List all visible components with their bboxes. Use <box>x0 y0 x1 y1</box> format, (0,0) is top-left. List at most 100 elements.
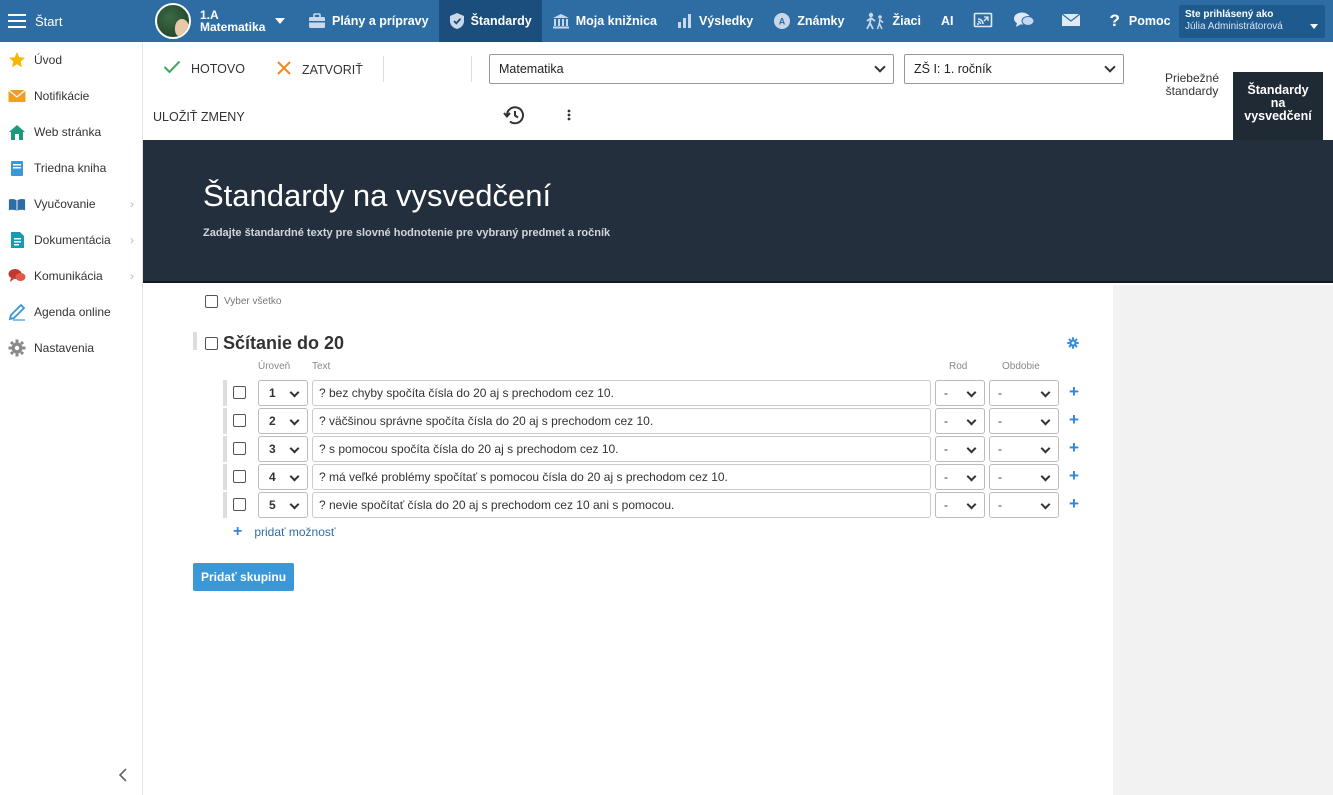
row-checkbox[interactable] <box>233 386 246 399</box>
checkmark-icon <box>163 60 181 77</box>
gender-value: - <box>944 386 948 400</box>
home-icon <box>8 123 26 141</box>
level-select[interactable]: 1 <box>258 380 308 406</box>
standard-row: 3 ? s pomocou spočíta čísla do 20 aj s p… <box>223 436 1093 462</box>
page-title: Štandardy na vysvedčení <box>203 178 552 213</box>
period-select[interactable]: - <box>989 380 1059 406</box>
select-all-label: Vyber všetko <box>224 296 282 307</box>
chevron-down-icon <box>289 415 300 426</box>
select-all-checkbox[interactable] <box>205 295 218 308</box>
gear-icon <box>8 339 26 357</box>
row-checkbox[interactable] <box>233 498 246 511</box>
subject-select[interactable]: Matematika <box>489 54 894 84</box>
nav-ai[interactable]: AI <box>931 0 964 42</box>
row-drag-handle[interactable] <box>223 464 227 490</box>
level-select[interactable]: 5 <box>258 492 308 518</box>
add-row-button[interactable]: + <box>1069 383 1079 401</box>
group-settings-button[interactable] <box>1067 337 1079 352</box>
done-button[interactable]: HOTOVO <box>163 60 245 77</box>
row-drag-handle[interactable] <box>223 408 227 434</box>
nav-grades[interactable]: A Známky <box>763 0 854 42</box>
level-select[interactable]: 3 <box>258 436 308 462</box>
nav-students[interactable]: Žiaci <box>854 0 931 42</box>
standard-text-input[interactable]: ? nevie spočítať čísla do 20 aj s precho… <box>312 492 931 518</box>
close-button[interactable]: ZATVORIŤ <box>276 60 363 79</box>
group-drag-handle[interactable] <box>193 332 197 350</box>
standard-text-input[interactable]: ? bez chyby spočíta čísla do 20 aj s pre… <box>312 380 931 406</box>
shield-icon <box>449 12 465 30</box>
group-checkbox[interactable] <box>205 337 218 350</box>
select-all[interactable]: Vyber všetko <box>205 295 281 308</box>
row-drag-handle[interactable] <box>223 492 227 518</box>
sidebar-item-website[interactable]: Web stránka <box>0 114 142 150</box>
cast-icon <box>973 12 993 31</box>
more-options-button[interactable] <box>567 108 571 125</box>
sidebar-item-notifications[interactable]: Notifikácie <box>0 78 142 114</box>
toolbar-divider <box>383 56 384 82</box>
tab-running-standards[interactable]: Priebežné štandardy <box>1151 72 1233 98</box>
gender-select[interactable]: - <box>935 464 985 490</box>
gender-select[interactable]: - <box>935 380 985 406</box>
history-button[interactable] <box>503 105 525 128</box>
start-label: Štart <box>35 13 63 29</box>
add-group-button[interactable]: Pridať skupinu <box>193 563 294 591</box>
sidebar-item-documentation[interactable]: Dokumentácia › <box>0 222 142 258</box>
period-select[interactable]: - <box>989 464 1059 490</box>
add-row-button[interactable]: + <box>1069 495 1079 513</box>
row-checkbox[interactable] <box>233 470 246 483</box>
sidebar-item-communication[interactable]: Komunikácia › <box>0 258 142 294</box>
collapse-sidebar-button[interactable] <box>118 768 128 787</box>
sidebar-item-agenda[interactable]: Agenda online <box>0 294 142 330</box>
chevron-down-icon <box>1040 415 1051 426</box>
add-row-button[interactable]: + <box>1069 439 1079 457</box>
save-changes-button[interactable]: ULOŽIŤ ZMENY <box>153 110 245 124</box>
add-option-link[interactable]: + pridať možnosť <box>233 523 335 541</box>
standard-text-input[interactable]: ? s pomocou spočíta čísla do 20 aj s pre… <box>312 436 931 462</box>
period-select[interactable]: - <box>989 436 1059 462</box>
chevron-down-icon <box>289 471 300 482</box>
sidebar-item-teaching[interactable]: Vyučovanie › <box>0 186 142 222</box>
sidebar-item-class-book[interactable]: Triedna kniha <box>0 150 142 186</box>
row-drag-handle[interactable] <box>223 436 227 462</box>
top-navigation-bar: Štart 1.A Matematika Plány a prípravy Št… <box>0 0 1333 42</box>
period-select[interactable]: - <box>989 492 1059 518</box>
level-select[interactable]: 2 <box>258 408 308 434</box>
period-value: - <box>998 498 1002 512</box>
level-value: 3 <box>269 442 276 456</box>
user-menu[interactable]: Ste prihlásený ako Júlia Administrátorov… <box>1179 5 1325 38</box>
nav-help[interactable]: ? Pomoc <box>1097 0 1180 42</box>
gender-select[interactable]: - <box>935 408 985 434</box>
nav-plans[interactable]: Plány a prípravy <box>298 0 439 42</box>
chat-icon <box>8 267 26 285</box>
nav-mail[interactable] <box>1045 0 1097 42</box>
period-select[interactable]: - <box>989 408 1059 434</box>
row-drag-handle[interactable] <box>223 380 227 406</box>
class-selector[interactable]: 1.A Matematika <box>143 0 298 42</box>
level-select[interactable]: 4 <box>258 464 308 490</box>
start-menu-button[interactable]: Štart <box>0 0 143 42</box>
nav-library[interactable]: Moja knižnica <box>542 0 667 42</box>
sidebar-item-label: Dokumentácia <box>34 233 111 247</box>
row-checkbox[interactable] <box>233 414 246 427</box>
add-row-button[interactable]: + <box>1069 467 1079 485</box>
sidebar-item-label: Nastavenia <box>34 341 95 355</box>
add-row-button[interactable]: + <box>1069 411 1079 429</box>
nav-ai-label: AI <box>940 14 954 28</box>
nav-cast[interactable] <box>963 0 1003 42</box>
nav-standards[interactable]: Štandardy <box>438 0 542 42</box>
nav-results[interactable]: Výsledky <box>667 0 763 42</box>
sidebar-item-settings[interactable]: Nastavenia <box>0 330 142 366</box>
group-header: Sčítanie do 20 <box>205 333 344 354</box>
standard-text-input[interactable]: ? má veľké problémy spočítať s pomocou č… <box>312 464 931 490</box>
chevron-down-icon <box>1310 24 1318 29</box>
gender-select[interactable]: - <box>935 492 985 518</box>
sidebar-item-intro[interactable]: Úvod <box>0 42 142 78</box>
tab-report-standards[interactable]: Štandardy na vysvedčení <box>1233 72 1323 140</box>
gender-select[interactable]: - <box>935 436 985 462</box>
row-checkbox[interactable] <box>233 442 246 455</box>
grade-select[interactable]: ZŠ I: 1. ročník <box>904 54 1124 84</box>
nav-messages[interactable] <box>1003 0 1045 42</box>
standard-text-input[interactable]: ? väčšinou správne spočíta čísla do 20 a… <box>312 408 931 434</box>
column-header-level: Úroveň <box>258 361 291 372</box>
group-title[interactable]: Sčítanie do 20 <box>223 333 344 354</box>
